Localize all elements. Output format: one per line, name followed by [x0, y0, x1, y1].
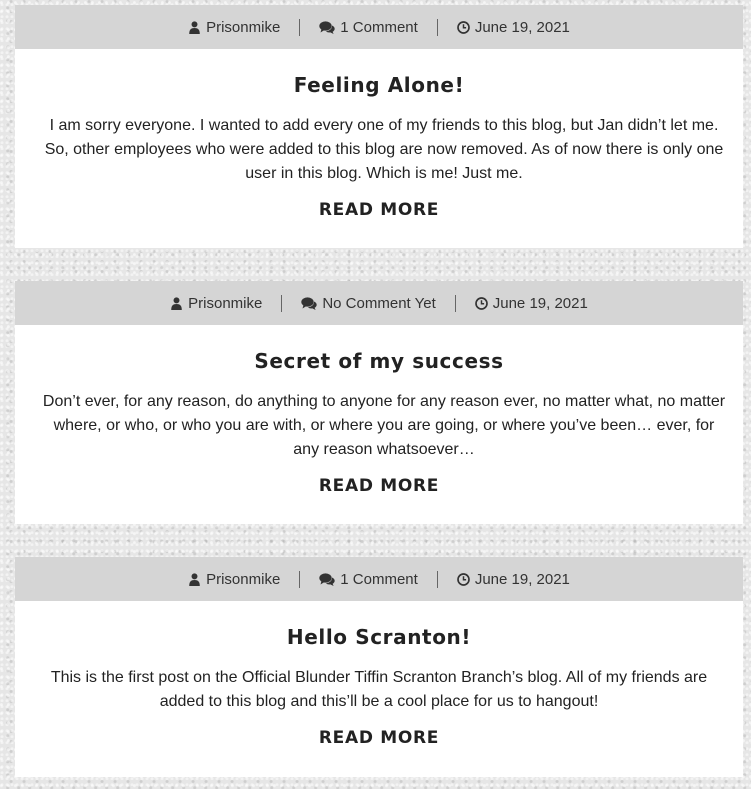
- post-author[interactable]: Prisonmike: [169, 571, 299, 588]
- post-comments-count: 1 Comment: [340, 570, 418, 588]
- post-date: June 19, 2021: [438, 19, 589, 36]
- post-meta-bar: Prisonmike 1 Comment June 19, 2021: [15, 557, 743, 601]
- user-icon: [170, 296, 183, 310]
- post-date-text: June 19, 2021: [492, 294, 588, 312]
- post-comments[interactable]: 1 Comment: [300, 571, 437, 588]
- post-comments-count: 1 Comment: [340, 18, 418, 36]
- post-author[interactable]: Prisonmike: [169, 19, 299, 36]
- post-comments[interactable]: No Comment Yet: [282, 295, 454, 312]
- post-title[interactable]: Hello Scranton!: [39, 625, 719, 649]
- user-icon: [188, 20, 201, 34]
- clock-icon: [474, 296, 488, 310]
- comments-icon: [319, 572, 335, 586]
- post-excerpt: This is the first post on the Official B…: [50, 669, 708, 710]
- post-excerpt: I am sorry everyone. I wanted to add eve…: [44, 117, 724, 182]
- post-author-name: Prisonmike: [188, 294, 263, 312]
- post-date: June 19, 2021: [438, 571, 589, 588]
- post-excerpt: Don’t ever, for any reason, do anything …: [42, 393, 726, 458]
- clock-icon: [456, 20, 470, 34]
- post-title[interactable]: Feeling Alone!: [39, 73, 719, 97]
- read-more-link[interactable]: READ MORE: [319, 200, 439, 220]
- post-meta-bar: Prisonmike No Comment Yet June 19, 2021: [15, 281, 743, 325]
- blog-post: Prisonmike 1 Comment June 19, 2021 Hello…: [15, 557, 743, 777]
- post-author-name: Prisonmike: [206, 570, 281, 588]
- read-more-link[interactable]: READ MORE: [319, 476, 439, 496]
- post-card: Secret of my success Don’t ever, for any…: [15, 325, 743, 524]
- post-card: Feeling Alone! I am sorry everyone. I wa…: [15, 49, 743, 248]
- user-icon: [188, 572, 201, 586]
- post-comments[interactable]: 1 Comment: [300, 19, 437, 36]
- comments-icon: [301, 296, 318, 310]
- post-comments-count: No Comment Yet: [322, 294, 436, 312]
- blog-post: Prisonmike 1 Comment June 19, 2021 Feeli…: [15, 5, 743, 248]
- read-more-link[interactable]: READ MORE: [319, 728, 439, 748]
- post-card: Hello Scranton! This is the first post o…: [15, 601, 743, 777]
- post-date: June 19, 2021: [456, 295, 607, 312]
- blog-post: Prisonmike No Comment Yet June 19, 2021 …: [15, 281, 743, 524]
- post-author[interactable]: Prisonmike: [151, 295, 281, 312]
- post-date-text: June 19, 2021: [474, 18, 570, 36]
- post-author-name: Prisonmike: [206, 18, 281, 36]
- clock-icon: [456, 572, 470, 586]
- post-title[interactable]: Secret of my success: [39, 349, 719, 373]
- comments-icon: [319, 20, 335, 34]
- post-meta-bar: Prisonmike 1 Comment June 19, 2021: [15, 5, 743, 49]
- post-date-text: June 19, 2021: [474, 570, 570, 588]
